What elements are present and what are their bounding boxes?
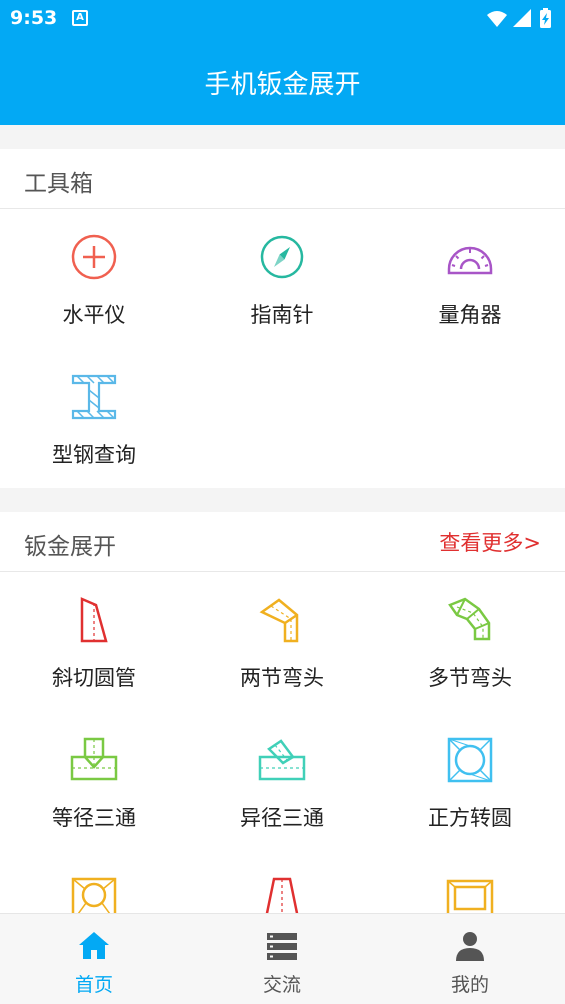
nav-label: 首页 xyxy=(74,974,113,996)
tool-label: 量角器 xyxy=(438,303,502,327)
status-bar: 9:53 A xyxy=(0,0,565,38)
cone-icon xyxy=(265,877,299,914)
toolbox-header: 工具箱 xyxy=(0,149,565,209)
nav-label: 交流 xyxy=(262,974,301,996)
notification-icon: A xyxy=(72,10,88,26)
status-icons xyxy=(487,8,551,28)
equal-tee-icon xyxy=(70,737,118,781)
reducing-tee-icon xyxy=(258,739,306,781)
tool-label: 水平仪 xyxy=(62,303,126,327)
sheet-square-round-frame[interactable] xyxy=(0,853,188,914)
tool-level[interactable]: 水平仪 xyxy=(0,210,188,350)
sheet-label: 两节弯头 xyxy=(240,666,324,690)
wifi-icon xyxy=(487,11,507,27)
server-list-icon xyxy=(267,933,297,960)
tool-steel-query[interactable]: 型钢查询 xyxy=(0,350,188,490)
tool-compass[interactable]: 指南针 xyxy=(188,210,376,350)
signal-icon xyxy=(513,9,531,27)
sheet-multi-section-elbow[interactable]: 多节弯头 xyxy=(376,573,564,713)
oblique-pipe-icon xyxy=(80,597,108,643)
protractor-icon xyxy=(447,246,493,275)
sheet-metal-section: 钣金展开 查看更多> 斜切圆管 两节弯头 多节弯头 等径三通 异径三通 正方转圆 xyxy=(0,512,565,914)
sheet-rectangle-frame[interactable] xyxy=(376,853,564,914)
compass-icon xyxy=(260,235,304,279)
sheet-label: 等径三通 xyxy=(52,806,136,830)
app-bar: 手机钣金展开 xyxy=(0,38,565,125)
tool-label: 指南针 xyxy=(250,303,314,327)
sheet-equal-tee[interactable]: 等径三通 xyxy=(0,713,188,853)
see-more-link[interactable]: 查看更多> xyxy=(439,527,541,557)
toolbox-title: 工具箱 xyxy=(24,171,93,197)
sheet-label: 多节弯头 xyxy=(428,666,512,690)
steel-beam-icon xyxy=(71,374,117,420)
sheet-metal-title: 钣金展开 xyxy=(24,534,116,560)
rectangle-frame-icon xyxy=(446,879,494,914)
nav-label: 我的 xyxy=(450,974,489,996)
app-title: 手机钣金展开 xyxy=(204,70,361,100)
nav-profile[interactable]: 我的 xyxy=(376,914,564,1004)
sheet-square-to-round[interactable]: 正方转圆 xyxy=(376,713,564,853)
home-icon xyxy=(79,932,109,959)
square-round-frame-icon xyxy=(71,877,117,914)
bottom-navigation: 首页 交流 我的 xyxy=(0,913,565,1004)
status-time: 9:53 xyxy=(10,7,58,29)
square-to-round-icon xyxy=(447,737,493,783)
multi-section-elbow-icon xyxy=(448,597,491,641)
toolbox-section: 工具箱 水平仪 指南针 量角器 型钢查询 xyxy=(0,149,565,488)
sheet-label: 正方转圆 xyxy=(428,806,512,830)
battery-icon xyxy=(540,8,551,28)
sheet-cone[interactable] xyxy=(188,853,376,914)
two-section-elbow-icon xyxy=(259,598,299,643)
sheet-metal-header: 钣金展开 查看更多> xyxy=(0,512,565,572)
sheet-label: 异径三通 xyxy=(240,806,324,830)
person-icon xyxy=(456,932,484,961)
sheet-oblique-pipe[interactable]: 斜切圆管 xyxy=(0,573,188,713)
nav-community[interactable]: 交流 xyxy=(188,914,376,1004)
tool-label: 型钢查询 xyxy=(52,443,136,467)
sheet-label: 斜切圆管 xyxy=(52,666,136,690)
nav-home[interactable]: 首页 xyxy=(0,914,188,1004)
level-icon xyxy=(71,234,117,280)
tool-protractor[interactable]: 量角器 xyxy=(376,210,564,350)
sheet-two-section-elbow[interactable]: 两节弯头 xyxy=(188,573,376,713)
sheet-reducing-tee[interactable]: 异径三通 xyxy=(188,713,376,853)
